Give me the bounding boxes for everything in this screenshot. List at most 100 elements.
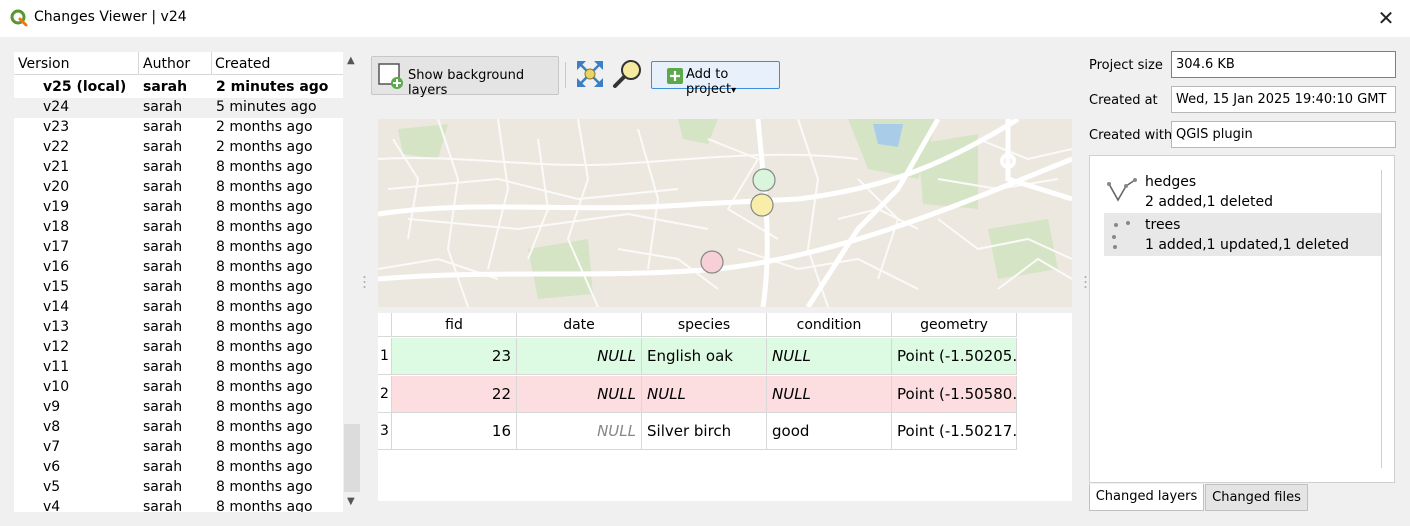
version-row[interactable]: v25 (local) sarah 2 minutes ago <box>14 78 343 98</box>
version-row[interactable]: v6 sarah 8 months ago <box>14 458 343 478</box>
close-icon[interactable]: ✕ <box>1374 6 1398 30</box>
column-header-version[interactable]: Version <box>18 56 69 72</box>
version-version-cell: v4 <box>43 499 61 512</box>
splitter-handle[interactable] <box>363 275 366 289</box>
version-row[interactable]: v11 sarah 8 months ago <box>14 358 343 378</box>
version-row[interactable]: v4 sarah 8 months ago <box>14 498 343 512</box>
version-row[interactable]: v19 sarah 8 months ago <box>14 198 343 218</box>
version-version-cell: v5 <box>43 479 61 495</box>
version-row[interactable]: v15 sarah 8 months ago <box>14 278 343 298</box>
version-created-cell: 8 months ago <box>216 199 313 215</box>
version-author-cell: sarah <box>143 319 183 335</box>
tab-changed-files[interactable]: Changed files <box>1205 484 1308 511</box>
map-marker-added[interactable] <box>752 168 776 192</box>
version-author-cell: sarah <box>143 299 183 315</box>
layer-name: hedges <box>1145 174 1197 190</box>
versions-table-header: Version Author Created <box>14 52 343 75</box>
add-to-project-button[interactable]: Add to project▾ <box>651 61 780 97</box>
version-row[interactable]: v12 sarah 8 months ago <box>14 338 343 358</box>
version-row[interactable]: v7 sarah 8 months ago <box>14 438 343 458</box>
version-row[interactable]: v9 sarah 8 months ago <box>14 398 343 418</box>
version-created-cell: 8 months ago <box>216 499 313 512</box>
add-icon <box>667 68 683 84</box>
version-version-cell: v25 (local) <box>43 79 127 95</box>
map-marker-deleted[interactable] <box>700 250 724 274</box>
show-background-layers-button[interactable]: Show background layers <box>371 56 559 98</box>
chevron-down-icon: ▾ <box>731 85 737 96</box>
scrollbar-thumb[interactable] <box>344 424 360 492</box>
version-version-cell: v7 <box>43 439 61 455</box>
changed-layers-list: hedges 2 added,1 deleted trees 1 added,1… <box>1089 155 1395 483</box>
version-row[interactable]: v14 sarah 8 months ago <box>14 298 343 318</box>
feature-condition-cell: NULL <box>767 375 892 413</box>
layer-item-hedges[interactable]: hedges 2 added,1 deleted <box>1104 170 1382 213</box>
version-row[interactable]: v21 sarah 8 months ago <box>14 158 343 178</box>
version-author-cell: sarah <box>143 219 183 235</box>
version-author-cell: sarah <box>143 419 183 435</box>
created-at-label: Created at <box>1089 93 1158 108</box>
scroll-up-icon[interactable]: ▲ <box>347 56 357 66</box>
version-version-cell: v12 <box>43 339 70 355</box>
version-author-cell: sarah <box>143 179 183 195</box>
column-header-fid[interactable]: fid <box>392 313 517 337</box>
project-size-field[interactable]: 304.6 KB <box>1171 51 1396 78</box>
splitter-handle[interactable] <box>1084 275 1087 289</box>
version-row[interactable]: v16 sarah 8 months ago <box>14 258 343 278</box>
version-version-cell: v8 <box>43 419 61 435</box>
feature-fid-cell: 23 <box>392 338 517 375</box>
version-row[interactable]: v18 sarah 8 months ago <box>14 218 343 238</box>
version-created-cell: 8 months ago <box>216 479 313 495</box>
version-created-cell: 8 months ago <box>216 339 313 355</box>
version-row[interactable]: v20 sarah 8 months ago <box>14 178 343 198</box>
version-row[interactable]: v8 sarah 8 months ago <box>14 418 343 438</box>
column-header-date[interactable]: date <box>517 313 642 337</box>
layers-scrollbar[interactable] <box>1381 170 1382 468</box>
feature-condition-cell: NULL <box>767 338 892 375</box>
version-row[interactable]: v23 sarah 2 months ago <box>14 118 343 138</box>
column-header-created[interactable]: Created <box>215 56 270 72</box>
toolbar-separator <box>565 62 566 88</box>
created-with-field[interactable]: QGIS plugin <box>1171 121 1396 148</box>
version-created-cell: 8 months ago <box>216 279 313 295</box>
feature-row[interactable]: 2 22 NULL NULL NULL Point (-1.50580… <box>378 375 1017 413</box>
version-version-cell: v16 <box>43 259 70 275</box>
version-row[interactable]: v13 sarah 8 months ago <box>14 318 343 338</box>
version-row[interactable]: v17 sarah 8 months ago <box>14 238 343 258</box>
column-header-author[interactable]: Author <box>143 56 190 72</box>
versions-table: Version Author Created v25 (local) sarah 2… <box>14 52 361 512</box>
feature-date-cell: NULL <box>517 413 642 450</box>
layer-item-trees[interactable]: trees 1 added,1 updated,1 deleted <box>1104 213 1382 256</box>
zoom-to-selection-icon[interactable] <box>612 58 644 90</box>
column-header-species[interactable]: species <box>642 313 767 337</box>
version-row[interactable]: v5 sarah 8 months ago <box>14 478 343 498</box>
created-at-field[interactable]: Wed, 15 Jan 2025 19:40:10 GMT <box>1171 86 1396 113</box>
feature-geometry-cell: Point (-1.50580… <box>892 375 1017 413</box>
version-row[interactable]: v10 sarah 8 months ago <box>14 378 343 398</box>
qgis-logo-icon <box>10 9 28 27</box>
version-author-cell: sarah <box>143 199 183 215</box>
column-divider <box>211 52 212 75</box>
feature-row[interactable]: 1 23 NULL English oak NULL Point (-1.50205… <box>378 338 1017 375</box>
column-header-condition[interactable]: condition <box>767 313 892 337</box>
feature-species-cell: English oak <box>642 338 767 375</box>
version-created-cell: 2 minutes ago <box>216 79 329 95</box>
row-number: 1 <box>378 338 392 375</box>
version-created-cell: 8 months ago <box>216 319 313 335</box>
feature-condition-cell: good <box>767 413 892 450</box>
map-marker-updated[interactable] <box>750 193 774 217</box>
version-row[interactable]: v22 sarah 2 months ago <box>14 138 343 158</box>
feature-row[interactable]: 3 16 NULL Silver birch good Point (-1.50217… <box>378 413 1017 450</box>
version-created-cell: 8 months ago <box>216 159 313 175</box>
versions-scrollbar[interactable]: ▲ ▼ <box>343 52 361 512</box>
version-version-cell: v23 <box>43 119 70 135</box>
map-canvas[interactable] <box>378 119 1072 307</box>
column-header-geometry[interactable]: geometry <box>892 313 1017 337</box>
tab-changed-layers[interactable]: Changed layers <box>1089 484 1204 511</box>
scroll-down-icon[interactable]: ▼ <box>347 497 357 507</box>
column-divider <box>138 52 139 75</box>
zoom-full-icon[interactable] <box>574 58 606 90</box>
version-row[interactable]: v24 sarah 5 minutes ago <box>14 98 343 118</box>
version-created-cell: 8 months ago <box>216 419 313 435</box>
version-created-cell: 8 months ago <box>216 239 313 255</box>
row-number: 2 <box>378 375 392 413</box>
